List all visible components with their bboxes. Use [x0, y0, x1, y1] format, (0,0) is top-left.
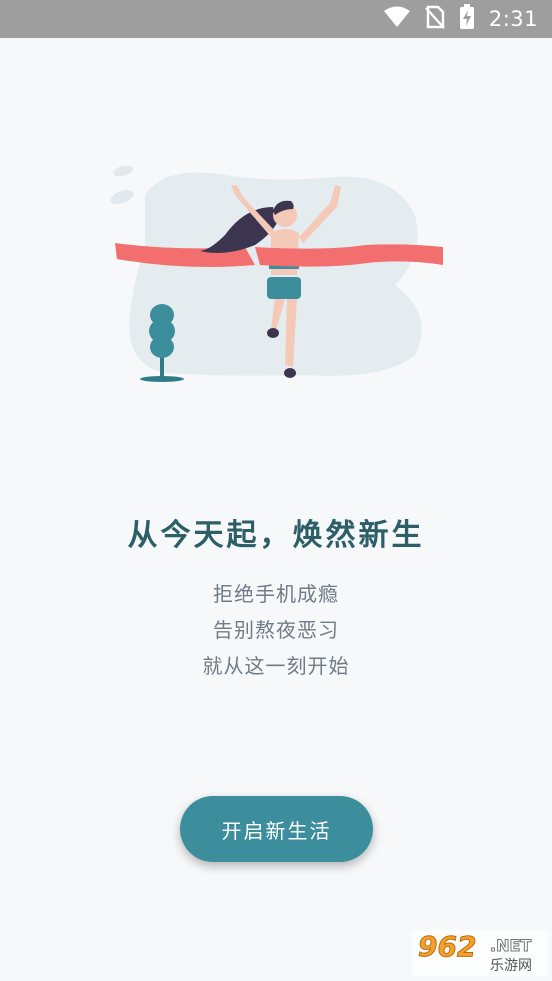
subtitle-line-3: 就从这一刻开始 [202, 654, 350, 678]
subtitle-line-2: 告别熬夜恶习 [213, 618, 339, 642]
watermark-site: 乐游网 [490, 958, 532, 974]
no-sim-icon [424, 5, 445, 33]
status-bar: 2:31 [0, 0, 552, 38]
battery-charging-icon [459, 4, 475, 34]
start-new-life-button[interactable]: 开启新生活 [180, 796, 373, 862]
status-time: 2:31 [488, 7, 538, 31]
headline: 从今天起，焕然新生 [127, 518, 425, 553]
watermark-suffix: .NET [489, 936, 532, 956]
subtitle-line-1: 拒绝手机成瘾 [213, 582, 339, 606]
watermark-logo: 962 .NET 乐游网 [412, 930, 548, 976]
runner-illustration [110, 165, 443, 382]
wifi-icon [383, 6, 411, 32]
watermark-number: 962 [417, 930, 477, 964]
status-icons: 2:31 [383, 0, 538, 38]
